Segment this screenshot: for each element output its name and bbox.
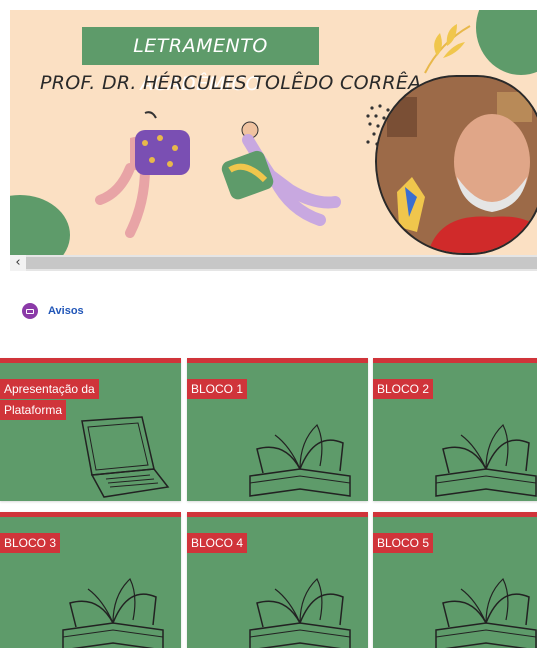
laptop-icon [81, 416, 170, 498]
open-book-icon [62, 578, 164, 648]
course-banner: LETRAMENTO ACADÊMICO PROF. DR. HÉRCULES … [10, 10, 537, 255]
figure-with-puzzle-illustration-2 [221, 121, 341, 226]
card-label[interactable]: BLOCO 5 [373, 533, 434, 554]
card-bloco-1[interactable]: BLOCO 1 [187, 358, 368, 501]
card-bloco-4[interactable]: BLOCO 4 [187, 512, 368, 648]
card-label[interactable]: BLOCO 2 [373, 379, 434, 400]
megaphone-icon [22, 303, 38, 319]
figure-with-puzzle-illustration [95, 111, 190, 238]
card-label[interactable]: BLOCO 1 [187, 379, 248, 400]
card-label[interactable]: BLOCO 3 [0, 533, 61, 554]
card-apresentacao[interactable]: Apresentação da Plataforma [0, 358, 181, 501]
card-bloco-3[interactable]: BLOCO 3 [0, 512, 181, 648]
card-bloco-2[interactable]: BLOCO 2 [373, 358, 537, 501]
leaf-icon [424, 24, 471, 74]
open-book-icon [435, 578, 537, 648]
green-blob-top-right [476, 10, 537, 75]
horizontal-scrollbar[interactable]: ‹ [10, 255, 537, 271]
open-book-icon [249, 424, 351, 497]
professor-photo [375, 75, 537, 255]
open-book-icon [435, 424, 537, 497]
banner-title: LETRAMENTO ACADÊMICO [133, 35, 268, 95]
banner-subtitle: PROF. DR. HÉRCULES TOLÊDO CORRÊA [40, 72, 422, 94]
scroll-left-arrow-icon[interactable]: ‹ [10, 255, 26, 271]
card-bloco-5[interactable]: BLOCO 5 [373, 512, 537, 648]
avisos-label[interactable]: Avisos [48, 305, 84, 317]
green-blob-bottom-left [10, 195, 70, 255]
scrollbar-thumb[interactable] [26, 257, 537, 269]
open-book-icon [249, 578, 351, 648]
card-label[interactable]: BLOCO 4 [187, 533, 248, 554]
avisos-link[interactable]: Avisos [22, 302, 84, 320]
